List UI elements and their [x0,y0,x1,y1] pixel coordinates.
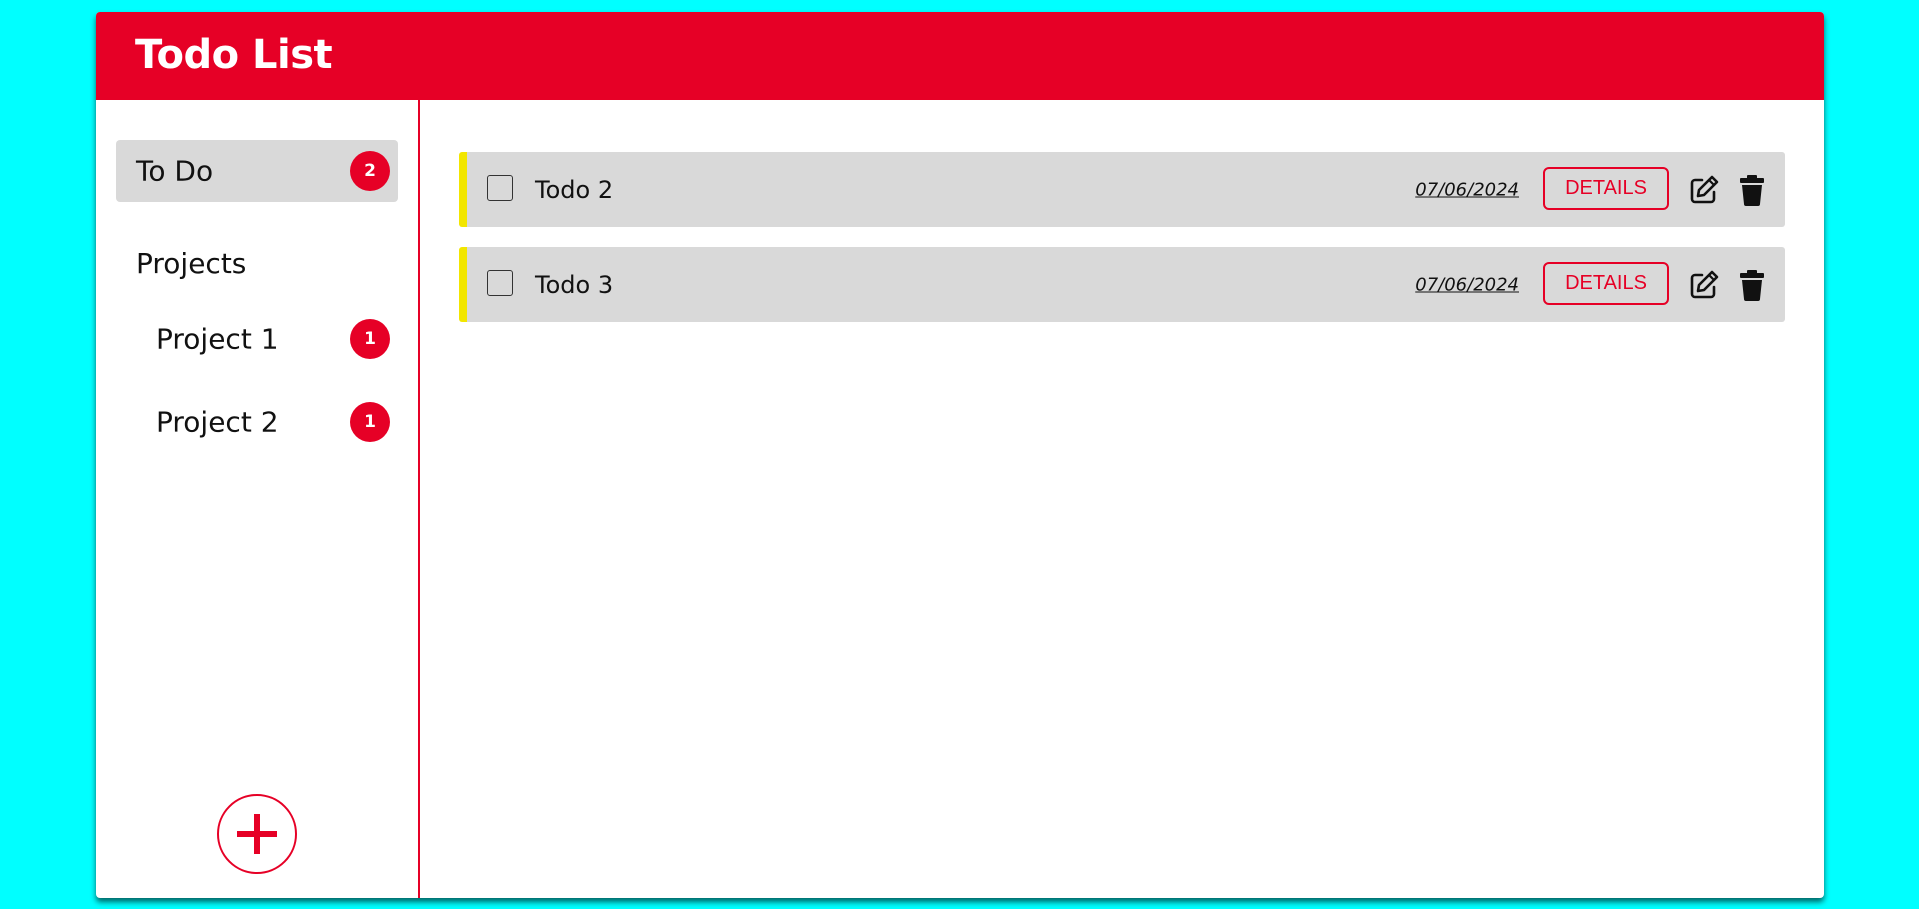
sidebar-item-project-1[interactable]: Project 1 1 [116,308,398,370]
todo-title: Todo 2 [535,175,614,204]
sidebar-item-todo[interactable]: To Do 2 [116,140,398,202]
app-title: Todo List [135,32,333,78]
todo-title: Todo 3 [535,270,614,299]
edit-icon[interactable] [1687,173,1721,207]
plus-icon [237,814,277,854]
todo-item: Todo 3 07/06/2024 DETAILS [459,247,1785,322]
app-header: Todo List [96,12,1824,100]
projects-heading: Projects [136,247,247,280]
todo-item: Todo 2 07/06/2024 DETAILS [459,152,1785,227]
count-badge: 1 [350,319,390,359]
todo-list: Todo 2 07/06/2024 DETAILS Todo 3 07/06/2… [420,100,1824,898]
complete-checkbox[interactable] [487,270,513,296]
count-badge: 2 [350,151,390,191]
sidebar: To Do 2 Projects Project 1 1 Project 2 1 [96,100,420,898]
trash-icon[interactable] [1735,268,1769,302]
sidebar-item-label: To Do [136,154,214,188]
details-button[interactable]: DETAILS [1543,167,1669,210]
complete-checkbox[interactable] [487,175,513,201]
app-window: Todo List To Do 2 Projects Project 1 1 P… [96,12,1824,898]
edit-icon[interactable] [1687,268,1721,302]
sidebar-item-label: Project 2 [156,405,279,439]
count-badge: 1 [350,402,390,442]
sidebar-item-label: Project 1 [156,322,279,356]
todo-due-date: 07/06/2024 [1415,274,1519,295]
todo-due-date: 07/06/2024 [1415,179,1519,200]
add-button[interactable] [217,794,297,874]
details-button[interactable]: DETAILS [1543,262,1669,305]
sidebar-item-project-2[interactable]: Project 2 1 [116,391,398,453]
trash-icon[interactable] [1735,173,1769,207]
